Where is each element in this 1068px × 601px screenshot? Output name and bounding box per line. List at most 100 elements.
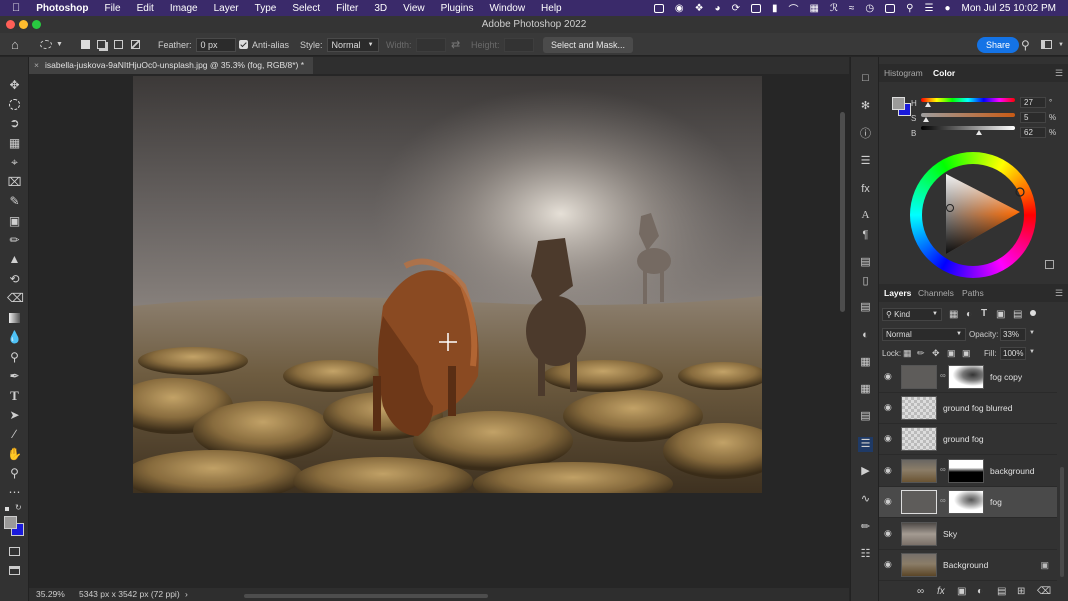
type-tool-icon[interactable]: T: [7, 388, 22, 403]
sync-icon[interactable]: ⟳: [732, 3, 740, 14]
dropbox-icon[interactable]: ❖: [695, 3, 704, 14]
menu-file[interactable]: File: [104, 3, 120, 14]
horizontal-scrollbar[interactable]: [244, 594, 488, 598]
more-tools-icon[interactable]: ⋯: [7, 485, 22, 500]
filter-pixel-icon[interactable]: ▦: [949, 309, 958, 320]
dodge-tool-icon[interactable]: ⚲: [7, 350, 22, 365]
eraser-tool-icon[interactable]: ⌫: [7, 291, 24, 306]
visibility-eye-icon[interactable]: ◉: [884, 372, 893, 381]
spot-healing-tool-icon[interactable]: ▣: [7, 214, 22, 229]
saturation-slider-thumb[interactable]: [922, 117, 929, 122]
home-icon[interactable]: ⌂: [11, 33, 19, 56]
swap-dimensions-icon[interactable]: ⇄: [451, 33, 460, 56]
canvas-area[interactable]: [29, 74, 849, 588]
layer-row-fog[interactable]: ◉ ∞ fog: [879, 487, 1057, 518]
actions-play-icon[interactable]: ▶: [858, 464, 873, 479]
brightness-slider-thumb[interactable]: [976, 130, 983, 135]
adjustments-icon[interactable]: ☰: [858, 154, 873, 169]
crop-tool-icon[interactable]: ⌖: [7, 155, 22, 170]
panel-menu-icon[interactable]: ☰: [1055, 288, 1063, 299]
close-tab-icon[interactable]: ×: [34, 57, 39, 74]
filter-toggle-icon[interactable]: [1030, 310, 1036, 316]
swap-colors-icon[interactable]: ↻: [15, 503, 22, 512]
width-input[interactable]: [415, 37, 446, 52]
quick-mask-icon[interactable]: [7, 544, 22, 559]
color-wheel[interactable]: [910, 152, 1036, 278]
visibility-eye-icon[interactable]: ◉: [884, 529, 893, 538]
tab-histogram[interactable]: Histogram: [880, 64, 927, 82]
fx-icon[interactable]: fx: [858, 182, 873, 197]
brush-settings-icon[interactable]: ✻: [858, 99, 873, 114]
arc-icon[interactable]: ⌒: [788, 1, 798, 16]
line-tool-icon[interactable]: ∕: [7, 427, 22, 442]
lock-position-icon[interactable]: ✥: [932, 348, 940, 359]
comments-icon[interactable]: □: [858, 71, 873, 86]
new-selection-icon[interactable]: [81, 33, 90, 56]
link-layers-icon[interactable]: ∞: [917, 586, 924, 597]
vertical-scrollbar[interactable]: [840, 112, 845, 312]
chevron-down-icon[interactable]: ▼: [1029, 330, 1035, 336]
opacity-input[interactable]: 33%: [1000, 328, 1026, 341]
brightness-input[interactable]: 62: [1020, 127, 1046, 138]
visibility-eye-icon[interactable]: ◉: [884, 497, 893, 506]
control-center-icon[interactable]: ☰: [924, 3, 933, 14]
move-tool-icon[interactable]: ✥: [7, 78, 22, 93]
visibility-eye-icon[interactable]: ◉: [884, 403, 893, 412]
clock-icon[interactable]: ◷: [865, 3, 874, 14]
paths-icon[interactable]: ∿: [858, 492, 873, 507]
subtract-selection-icon[interactable]: [114, 33, 123, 56]
gradients-icon[interactable]: ▤: [858, 409, 873, 424]
filter-smart-object-icon[interactable]: ▤: [1013, 309, 1022, 320]
anti-alias-checkbox[interactable]: [239, 40, 248, 49]
color-wheel-icon[interactable]: ◐: [858, 328, 873, 343]
add-mask-icon[interactable]: ▣: [957, 586, 966, 597]
hue-slider[interactable]: [921, 98, 1015, 102]
screen-mode-icon[interactable]: [7, 563, 22, 578]
hue-input[interactable]: 27: [1020, 97, 1046, 108]
layer-mask-thumbnail[interactable]: [948, 459, 984, 483]
hue-slider-thumb[interactable]: [925, 102, 932, 107]
chevron-down-icon[interactable]: ▼: [1029, 349, 1035, 355]
paragraph-icon[interactable]: ¶: [858, 228, 873, 243]
screen-record-icon[interactable]: [653, 3, 664, 13]
tab-channels[interactable]: Channels: [914, 284, 958, 302]
zoom-level[interactable]: 35.29%: [36, 588, 65, 601]
new-group-icon[interactable]: ▤: [997, 586, 1006, 597]
saturation-slider[interactable]: [921, 113, 1015, 117]
info-icon[interactable]: ⓘ: [858, 127, 873, 142]
menu-type[interactable]: Type: [255, 3, 277, 14]
lock-transparency-icon[interactable]: ▦: [903, 348, 912, 359]
libraries-icon[interactable]: ▤: [858, 300, 873, 315]
globe-icon[interactable]: ◕: [715, 3, 721, 14]
mask-link-icon[interactable]: ∞: [940, 371, 946, 380]
channels-icon[interactable]: ☰: [858, 437, 873, 452]
layer-row-background-locked[interactable]: ◉ Background ▣: [879, 550, 1057, 581]
visibility-eye-icon[interactable]: ◉: [884, 466, 893, 475]
chevron-down-icon[interactable]: ▼: [1058, 33, 1064, 56]
menu-app-name[interactable]: Photoshop: [36, 3, 88, 14]
tab-color[interactable]: Color: [929, 64, 959, 82]
menu-window[interactable]: Window: [489, 3, 525, 14]
swatches-icon[interactable]: ▦: [858, 355, 873, 370]
menu-image[interactable]: Image: [170, 3, 198, 14]
menu-plugins[interactable]: Plugins: [441, 3, 474, 14]
filter-adjustment-icon[interactable]: ◐: [966, 309, 972, 320]
brush-tool-icon[interactable]: ✏: [7, 233, 22, 248]
layer-row-sky[interactable]: ◉ Sky: [879, 519, 1057, 550]
blur-tool-icon[interactable]: 💧: [7, 330, 22, 345]
gradient-tool-icon[interactable]: [7, 311, 22, 326]
frame-tool-icon[interactable]: ⌧: [7, 175, 22, 190]
tab-layers[interactable]: Layers: [880, 284, 915, 302]
visibility-eye-icon[interactable]: ◉: [884, 560, 893, 569]
blend-mode-select[interactable]: Normal ▼: [882, 328, 966, 341]
patterns-icon[interactable]: ▦: [858, 382, 873, 397]
lasso-tool-icon[interactable]: ➲: [7, 116, 22, 131]
path-selection-tool-icon[interactable]: ➤: [7, 408, 22, 423]
menu-edit[interactable]: Edit: [137, 3, 154, 14]
keyboard-icon[interactable]: [885, 3, 896, 13]
layer-row-background-layer[interactable]: ◉ ∞ background: [879, 456, 1057, 487]
notes-icon[interactable]: ▯: [858, 274, 873, 289]
layer-mask-thumbnail[interactable]: [948, 365, 984, 389]
visibility-eye-icon[interactable]: ◉: [884, 434, 893, 443]
new-layer-icon[interactable]: ⊞: [1017, 586, 1025, 597]
